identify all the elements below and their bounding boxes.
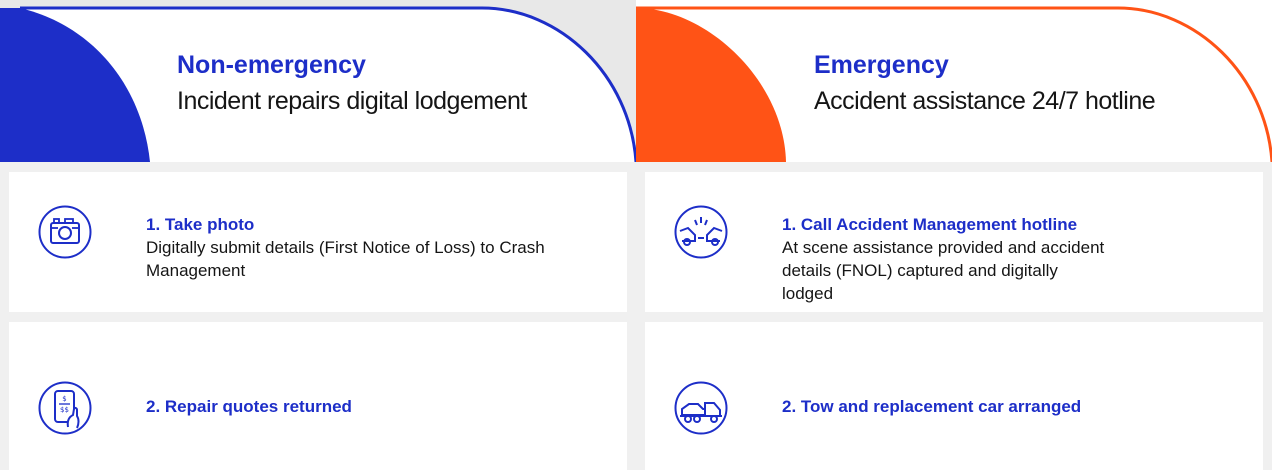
step-title: 1. Take photo bbox=[146, 215, 255, 234]
step-title: 2. Tow and replacement car arranged bbox=[782, 397, 1082, 416]
tow-truck-icon bbox=[674, 381, 728, 435]
emergency-steps: 1. Call Accident Management hotline At s… bbox=[636, 162, 1272, 470]
step-title: 1. Call Accident Management hotline bbox=[782, 215, 1078, 234]
non-emergency-step-1: 1. Take photo Digitally submit details (… bbox=[9, 172, 627, 312]
emergency-header-shape bbox=[636, 0, 1272, 162]
emergency-subtitle: Accident assistance 24/7 hotline bbox=[814, 87, 1156, 115]
svg-text:$$: $$ bbox=[60, 406, 69, 414]
camera-icon bbox=[38, 205, 92, 259]
emergency-step-2: 2. Tow and replacement car arranged bbox=[645, 322, 1263, 470]
emergency-header: Emergency Accident assistance 24/7 hotli… bbox=[636, 0, 1272, 162]
emergency-title: Emergency bbox=[814, 51, 949, 79]
emergency-step-1: 1. Call Accident Management hotline At s… bbox=[645, 172, 1263, 312]
non-emergency-steps: 1. Take photo Digitally submit details (… bbox=[0, 162, 636, 470]
step-description: Digitally submit details (First Notice o… bbox=[146, 238, 545, 280]
non-emergency-subtitle: Incident repairs digital lodgement bbox=[177, 87, 527, 115]
car-crash-icon bbox=[674, 205, 728, 259]
non-emergency-panel: Non-emergency Incident repairs digital l… bbox=[0, 0, 636, 470]
step-title: 2. Repair quotes returned bbox=[146, 397, 352, 416]
step-description: At scene assistance provided and acciden… bbox=[782, 238, 1105, 303]
non-emergency-header: Non-emergency Incident repairs digital l… bbox=[0, 0, 636, 162]
svg-text:$: $ bbox=[62, 395, 66, 403]
phone-quote-icon: $ $$ bbox=[38, 381, 92, 435]
non-emergency-title: Non-emergency bbox=[177, 51, 366, 79]
non-emergency-header-shape bbox=[0, 0, 636, 162]
non-emergency-step-2: $ $$ 2. Repair quotes returned bbox=[9, 322, 627, 470]
emergency-panel: Emergency Accident assistance 24/7 hotli… bbox=[636, 0, 1272, 470]
